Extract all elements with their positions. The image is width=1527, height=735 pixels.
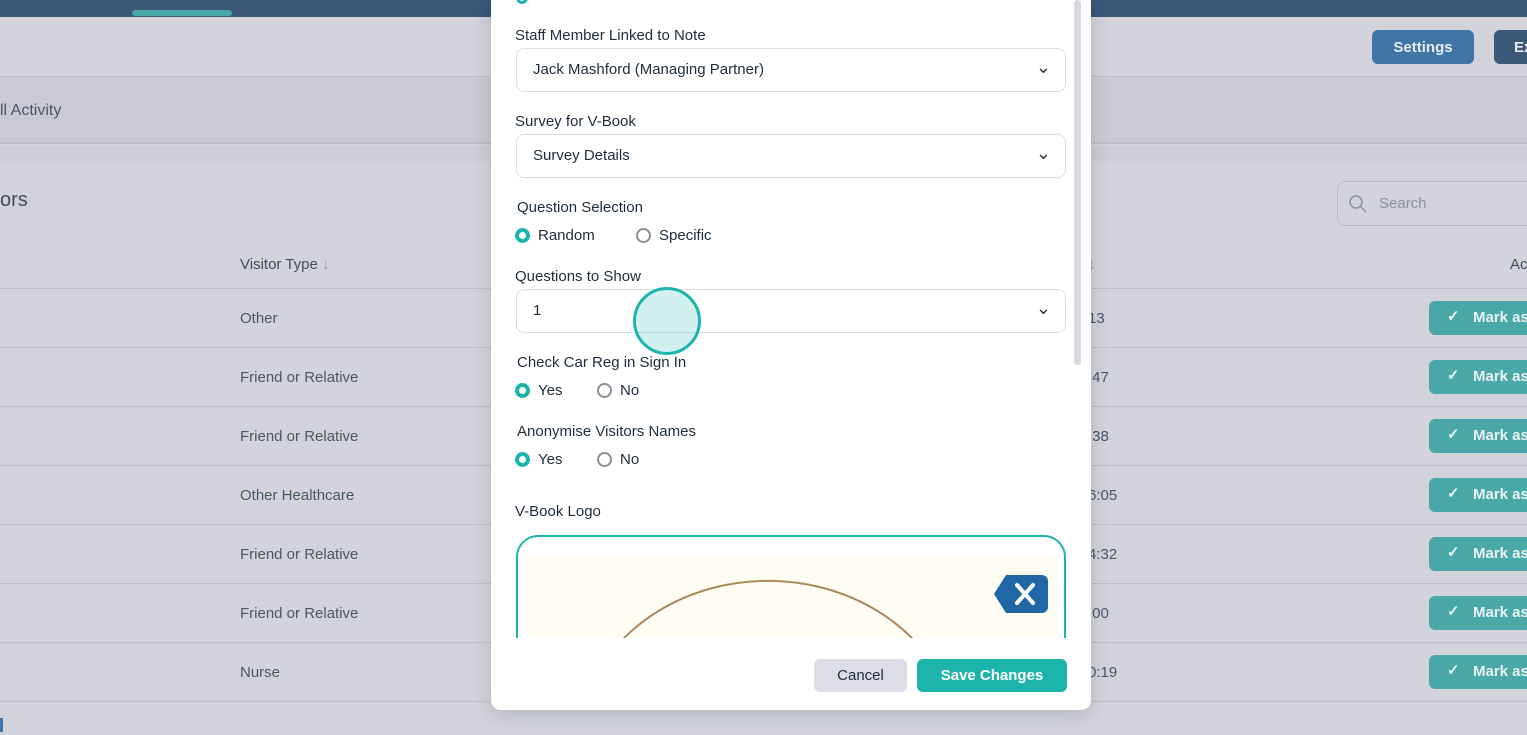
radio-checked-icon xyxy=(515,452,530,467)
mark-as-button[interactable]: ✓ Mark as xyxy=(1429,301,1527,335)
visitor-type: Friend or Relative xyxy=(240,605,359,622)
radio-unchecked-icon xyxy=(597,383,612,398)
check-icon: ✓ xyxy=(1447,485,1460,502)
remove-logo-icon[interactable] xyxy=(992,573,1050,615)
radio-random[interactable]: Random xyxy=(515,227,595,244)
click-indicator xyxy=(633,287,701,355)
modal-footer: Cancel Save Changes xyxy=(491,638,1091,710)
mark-as-label: Mark as xyxy=(1473,663,1527,680)
time: :38 xyxy=(1088,428,1109,445)
check-icon: ✓ xyxy=(1447,662,1460,679)
time: 6:05 xyxy=(1088,487,1118,504)
mark-as-button[interactable]: ✓ Mark as xyxy=(1429,596,1527,630)
time: :00 xyxy=(1088,605,1109,622)
chevron-down-icon: ⌄ xyxy=(1035,57,1051,77)
mark-as-button[interactable]: ✓ Mark as xyxy=(1429,478,1527,512)
check-icon: ✓ xyxy=(1447,603,1460,620)
mark-as-label: Mark as xyxy=(1473,368,1527,385)
check-icon: ✓ xyxy=(1447,544,1460,561)
radio-checked-icon xyxy=(515,228,530,243)
mark-as-label: Mark as xyxy=(1473,427,1527,444)
chevron-down-icon: ⌄ xyxy=(1035,298,1051,318)
pagination-marker xyxy=(0,718,3,732)
time: :47 xyxy=(1088,369,1109,386)
sort-arrow-icon: ↓ xyxy=(322,256,330,273)
modal-scrollbar[interactable] xyxy=(1074,0,1081,365)
visitor-type: Other Healthcare xyxy=(240,487,355,504)
visitor-type: Nurse xyxy=(240,664,281,681)
visitor-type: Friend or Relative xyxy=(240,369,359,386)
check-icon: ✓ xyxy=(1447,367,1460,384)
radio-unchecked-icon xyxy=(636,228,651,243)
question-selection-label: Question Selection xyxy=(517,199,643,216)
radio-specific[interactable]: Specific xyxy=(636,227,712,244)
mark-as-button[interactable]: ✓ Mark as xyxy=(1429,655,1527,689)
visitor-type: Friend or Relative xyxy=(240,546,359,563)
time: 0:19 xyxy=(1088,664,1118,681)
mark-as-label: Mark as xyxy=(1473,486,1527,503)
radio-unchecked-icon xyxy=(597,452,612,467)
visitor-type: Friend or Relative xyxy=(240,428,359,445)
radio-car-yes[interactable]: Yes xyxy=(515,382,562,399)
time: 4:32 xyxy=(1088,546,1118,563)
chevron-down-icon: ⌄ xyxy=(1035,143,1051,163)
logo-label: V-Book Logo xyxy=(515,503,601,520)
search-placeholder: Search xyxy=(1379,195,1427,212)
search-icon xyxy=(1349,195,1367,213)
questions-value: 1 xyxy=(533,302,542,319)
radio-label: Yes xyxy=(538,382,563,399)
radio-checked-icon xyxy=(515,383,530,398)
export-button[interactable]: Ex xyxy=(1494,30,1527,64)
cancel-button[interactable]: Cancel xyxy=(814,659,907,692)
check-icon: ✓ xyxy=(1447,426,1460,443)
search-input[interactable]: Search xyxy=(1337,181,1527,226)
settings-button[interactable]: Settings xyxy=(1372,30,1474,64)
column-label: Visitor Type xyxy=(240,256,318,273)
mark-as-label: Mark as xyxy=(1473,604,1527,621)
radio-label: No xyxy=(620,451,640,468)
radio-anon-yes[interactable]: Yes xyxy=(515,451,562,468)
radio-anon-no[interactable]: No xyxy=(597,451,639,468)
mark-as-label: Mark as xyxy=(1473,309,1527,326)
vbook-settings-modal: Staff Member Linked to Note Jack Mashfor… xyxy=(491,0,1091,710)
radio-label: Yes xyxy=(538,451,563,468)
active-nav-indicator xyxy=(132,10,232,16)
check-icon: ✓ xyxy=(1447,308,1460,325)
section-title: ors xyxy=(0,189,28,211)
mark-as-label: Mark as xyxy=(1473,545,1527,562)
survey-label: Survey for V-Book xyxy=(515,113,636,130)
staff-label: Staff Member Linked to Note xyxy=(515,27,706,44)
mark-as-button[interactable]: ✓ Mark as xyxy=(1429,360,1527,394)
radio-label: Specific xyxy=(659,227,712,244)
survey-select[interactable]: Survey Details ⌄ xyxy=(516,134,1066,178)
save-changes-button[interactable]: Save Changes xyxy=(917,659,1067,692)
radio-car-no[interactable]: No xyxy=(597,382,639,399)
mark-as-button[interactable]: ✓ Mark as xyxy=(1429,419,1527,453)
questions-to-show-select[interactable]: 1 ⌄ xyxy=(516,289,1066,333)
column-header-visitor-type[interactable]: Visitor Type ↓ xyxy=(240,256,330,273)
column-header-actions: Ac xyxy=(1510,256,1527,273)
staff-select[interactable]: Jack Mashford (Managing Partner) ⌄ xyxy=(516,48,1066,92)
car-reg-label: Check Car Reg in Sign In xyxy=(517,354,687,371)
staff-value: Jack Mashford (Managing Partner) xyxy=(533,61,764,78)
mark-as-button[interactable]: ✓ Mark as xyxy=(1429,537,1527,571)
radio-label: No xyxy=(620,382,640,399)
anonymise-label: Anonymise Visitors Names xyxy=(517,423,696,440)
tab-all-activity[interactable]: ll Activity xyxy=(0,102,61,120)
questions-to-show-label: Questions to Show xyxy=(515,268,641,285)
radio-partial[interactable] xyxy=(516,0,528,4)
visitor-type: Other xyxy=(240,310,278,327)
survey-value: Survey Details xyxy=(533,147,630,164)
radio-label: Random xyxy=(538,227,595,244)
